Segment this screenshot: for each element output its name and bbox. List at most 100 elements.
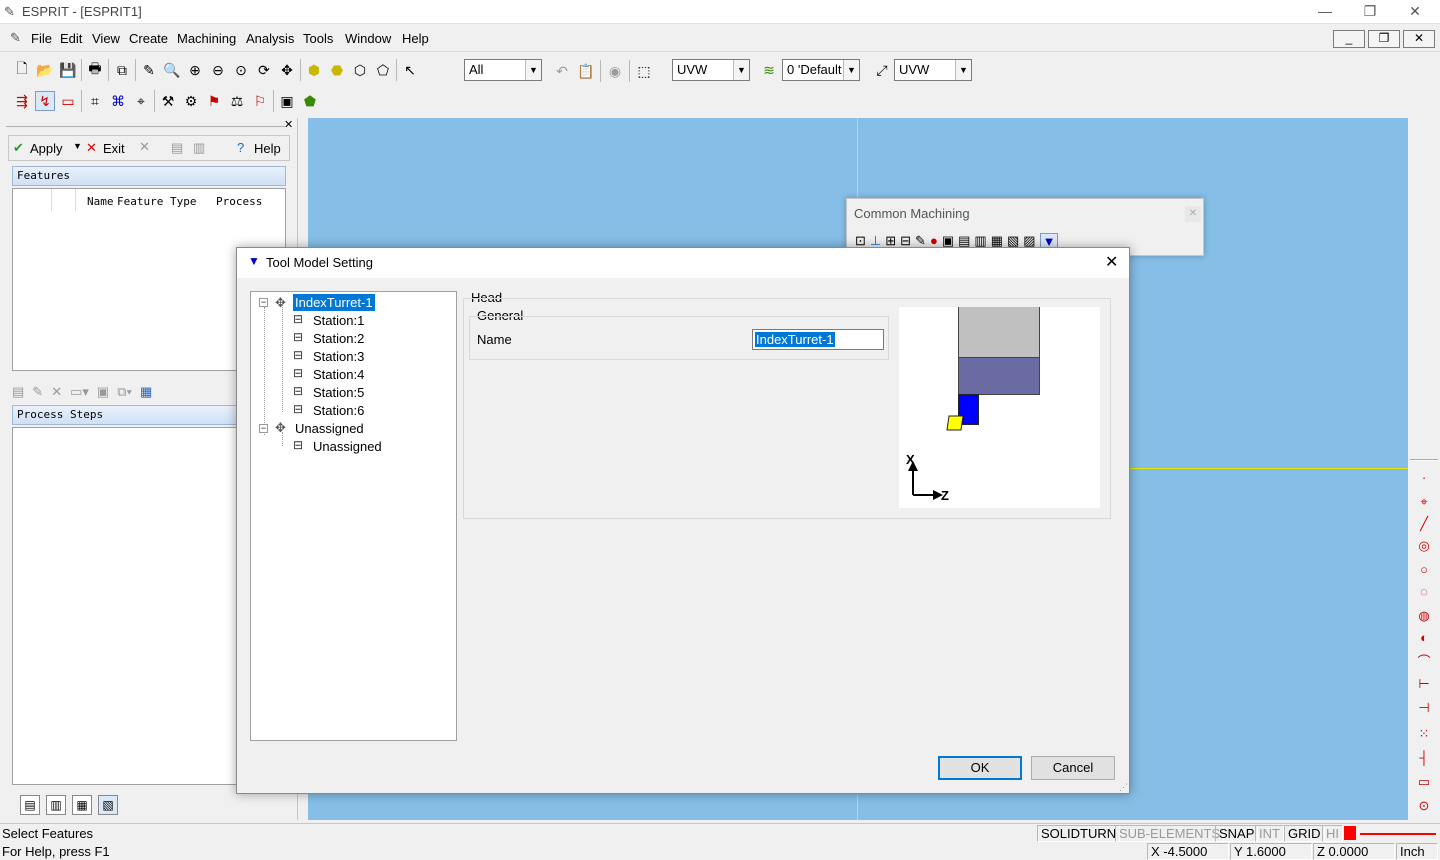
mode-snap[interactable]: SNAP xyxy=(1215,825,1259,842)
shaded-edges-icon[interactable]: ⬣ xyxy=(327,60,347,80)
open-folder-icon[interactable]: 📂 xyxy=(35,60,55,80)
mode-solidturn[interactable]: SOLIDTURN xyxy=(1037,825,1121,842)
dimension-icon[interactable]: ⊢ xyxy=(1416,676,1432,692)
paste-icon[interactable]: 📋 xyxy=(576,61,596,81)
feature-chain-icon[interactable]: ⇶ xyxy=(12,91,32,111)
hidden-line-icon[interactable]: ⬠ xyxy=(373,60,393,80)
shaded-view-icon[interactable]: ⬢ xyxy=(304,60,324,80)
tree-item-station-6[interactable]: Station:6 xyxy=(313,402,364,419)
name-field[interactable]: IndexTurret-1 xyxy=(752,329,884,350)
mode-grid[interactable]: GRID xyxy=(1284,825,1325,842)
view-plane-select[interactable]: UVW ▼ xyxy=(894,59,972,81)
close-icon[interactable]: ✕ xyxy=(1185,206,1201,222)
menu-machining[interactable]: Machining xyxy=(177,31,236,46)
wireframe-icon[interactable]: ⬡ xyxy=(350,60,370,80)
menu-create[interactable]: Create xyxy=(129,31,168,46)
menu-view[interactable]: View xyxy=(92,31,120,46)
feature-rect-icon[interactable]: ▭ xyxy=(58,91,78,111)
select-arrow-icon[interactable]: ↖ xyxy=(400,60,420,80)
mdi-close-button[interactable]: ✕ xyxy=(1403,30,1435,48)
point-pattern-icon[interactable]: ⌖ xyxy=(1416,494,1432,510)
tree-item-station-1[interactable]: Station:1 xyxy=(313,312,364,329)
list-icon[interactable]: ▤ xyxy=(12,384,24,400)
close-button[interactable]: ✕ xyxy=(1395,0,1435,22)
tab-project-icon[interactable]: ▤ xyxy=(20,795,40,815)
exit-button[interactable]: Exit xyxy=(103,141,125,156)
save-icon[interactable]: ▣ xyxy=(97,384,109,400)
mode-int[interactable]: INT xyxy=(1255,825,1284,842)
circle-tangent2-icon[interactable]: ◐ xyxy=(1416,630,1432,646)
drilling-icon[interactable]: ⌖ xyxy=(131,91,151,111)
menu-window[interactable]: Window xyxy=(345,31,391,46)
minimize-button[interactable]: — xyxy=(1305,0,1345,22)
circle-icon[interactable]: ○ xyxy=(1416,562,1432,578)
circle-tangent-icon[interactable]: ◌ xyxy=(1416,584,1432,600)
simulation-icon[interactable]: ▣ xyxy=(277,91,297,111)
edit-icon[interactable]: ✎ xyxy=(32,384,43,400)
turret-tree[interactable]: − ✥ IndexTurret-1 ⊟ Station:1 ⊟ Station:… xyxy=(250,291,457,741)
copy-icon[interactable]: ⧉▾ xyxy=(117,384,132,400)
mode-sub-elements[interactable]: SUB-ELEMENTS xyxy=(1115,825,1225,842)
contouring-icon[interactable]: ⚙ xyxy=(181,91,201,111)
parting-icon[interactable]: ⚐ xyxy=(250,91,270,111)
disk-icon[interactable]: ▤ xyxy=(171,140,183,156)
pattern-icon[interactable]: ⁙ xyxy=(1416,726,1432,742)
menu-analysis[interactable]: Analysis xyxy=(246,31,294,46)
restore-button[interactable]: ❐ xyxy=(1350,0,1390,22)
panel-close-icon[interactable]: ✕ xyxy=(284,118,293,131)
collapse-toggle-icon[interactable]: − xyxy=(259,424,268,433)
circle-3pt-icon[interactable]: ◍ xyxy=(1416,608,1432,624)
line-style-swatch[interactable] xyxy=(1360,833,1436,835)
zoom-window-icon[interactable]: 🔍 xyxy=(162,60,182,80)
trim-icon[interactable]: ┤ xyxy=(1416,750,1432,766)
milling-icon[interactable]: ⌘ xyxy=(108,91,128,111)
process-steps-list[interactable] xyxy=(12,427,240,785)
zoom-fit-icon[interactable]: ⊙ xyxy=(231,60,251,80)
threading-icon[interactable]: ⚖ xyxy=(227,91,247,111)
layers-icon[interactable]: ≋ xyxy=(759,60,779,80)
copy-icon[interactable]: ⧉ xyxy=(112,60,132,80)
arc-icon[interactable]: ⌒ xyxy=(1416,654,1432,670)
delete-icon[interactable]: ✕ xyxy=(139,139,150,155)
tree-item-station-3[interactable]: Station:3 xyxy=(313,348,364,365)
close-icon[interactable]: ✕ xyxy=(1105,252,1118,272)
nc-code-icon[interactable]: ⬟ xyxy=(300,91,320,111)
stack-icon[interactable]: ▥ xyxy=(193,140,205,156)
line-icon[interactable]: ╱ xyxy=(1416,516,1432,532)
rotate-icon[interactable]: ⟳ xyxy=(254,60,274,80)
point-icon[interactable]: · xyxy=(1416,470,1432,486)
print-icon[interactable]: 🖶 xyxy=(85,60,105,80)
chevron-down-icon[interactable]: ▼ xyxy=(73,141,82,151)
view-plane-icon[interactable]: ⤢ xyxy=(872,60,892,80)
menu-help[interactable]: Help xyxy=(402,31,429,46)
grooving-icon[interactable]: ⚑ xyxy=(204,91,224,111)
delete-icon[interactable]: ✕ xyxy=(51,384,62,400)
mdi-restore-button[interactable]: ❐ xyxy=(1368,30,1400,48)
folder-icon[interactable]: ▭▾ xyxy=(70,384,89,400)
chamfer-icon[interactable]: ⊣ xyxy=(1416,700,1432,716)
undo-icon[interactable]: ↶ xyxy=(552,61,572,81)
mdi-minimize-button[interactable]: _ xyxy=(1333,30,1365,48)
column-header-feature-type[interactable]: Feature Type xyxy=(117,195,196,208)
zoom-in-icon[interactable]: ⊕ xyxy=(185,60,205,80)
tree-item-station-4[interactable]: Station:4 xyxy=(313,366,364,383)
tree-item-station-2[interactable]: Station:2 xyxy=(313,330,364,347)
coordinate-system-select[interactable]: UVW ▼ xyxy=(672,59,750,81)
menu-file[interactable]: File xyxy=(31,31,52,46)
turning-icon[interactable]: ⌗ xyxy=(85,91,105,111)
new-file-icon[interactable]: 🗋 xyxy=(12,60,32,80)
circle-center-icon[interactable]: ◎ xyxy=(1416,538,1432,554)
column-header-name[interactable]: Name xyxy=(87,195,114,208)
work-plane-icon[interactable]: ⬚ xyxy=(634,61,654,81)
ok-button[interactable]: OK xyxy=(938,756,1022,780)
menu-edit[interactable]: Edit xyxy=(60,31,82,46)
tab-features-icon[interactable]: ▧ xyxy=(98,795,118,815)
help-button[interactable]: Help xyxy=(254,141,281,156)
tree-item-unassigned[interactable]: Unassigned xyxy=(313,438,382,455)
roughing-icon[interactable]: ⚒ xyxy=(158,91,178,111)
collapse-toggle-icon[interactable]: − xyxy=(259,298,268,307)
rectangle-icon[interactable]: ▭ xyxy=(1416,774,1432,790)
polygon-icon[interactable]: ⊙ xyxy=(1416,798,1432,814)
save-icon[interactable]: 💾 xyxy=(58,60,78,80)
report-icon[interactable]: ▦ xyxy=(140,384,152,400)
